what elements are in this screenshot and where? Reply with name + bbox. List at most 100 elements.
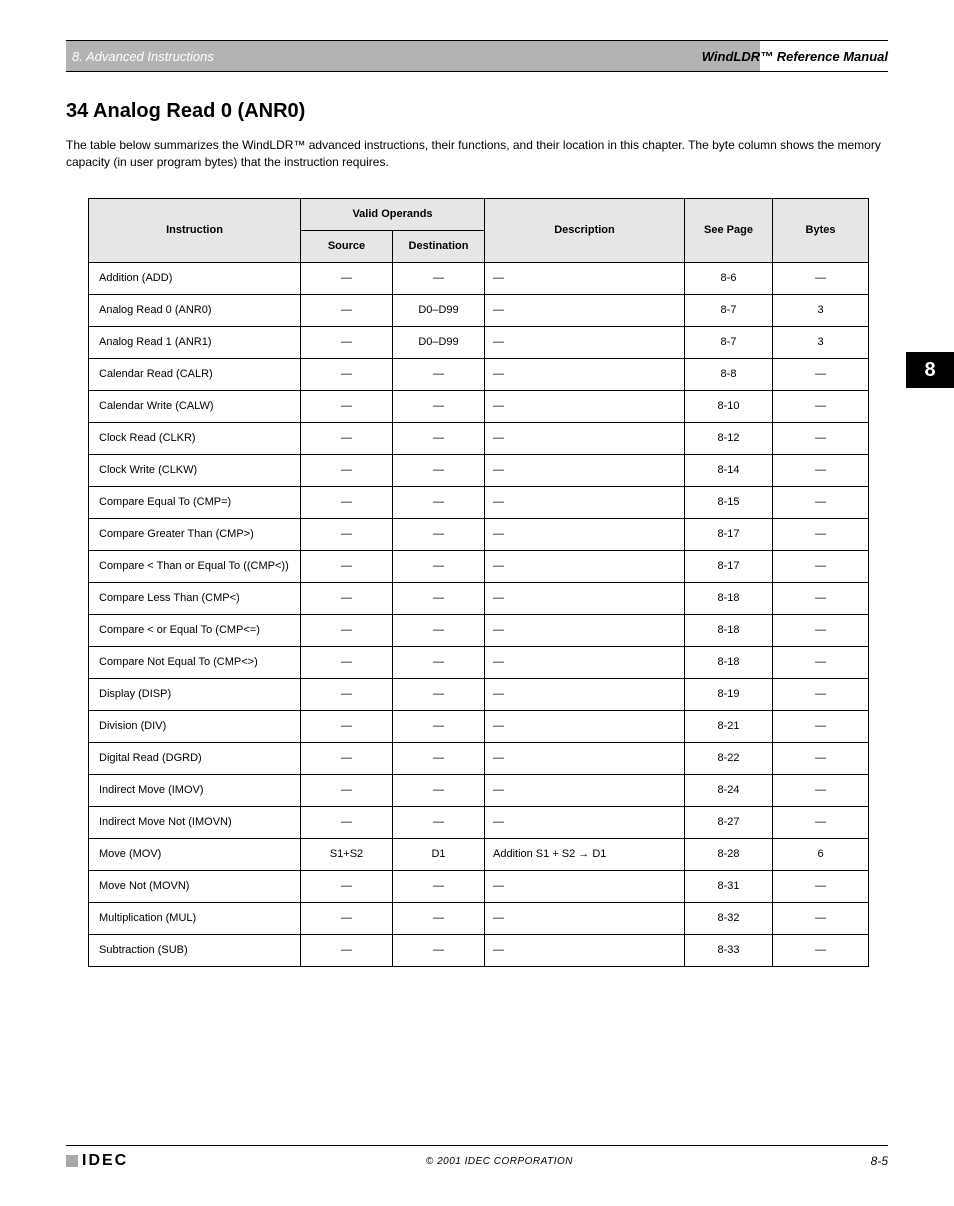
cell-destination: — [393,358,485,390]
cell-description: — [485,518,685,550]
cell-see-page: 8-19 [685,678,773,710]
table-row: Division (DIV)———8-21— [89,710,869,742]
cell-bytes: 6 [773,838,869,870]
table-row: Multiplication (MUL)———8-32— [89,902,869,934]
manual-title-container: WindLDR™ Reference Manual [702,41,888,71]
chapter-side-tab: 8 [906,352,954,388]
cell-description: — [485,358,685,390]
cell-destination: — [393,390,485,422]
cell-see-page: 8-28 [685,838,773,870]
cell-destination: — [393,518,485,550]
table-row: Digital Read (DGRD)———8-22— [89,742,869,774]
cell-see-page: 8-31 [685,870,773,902]
cell-description: — [485,934,685,966]
section-blurb: The table below summarizes the WindLDR™ … [66,137,888,172]
cell-description: — [485,582,685,614]
cell-source: — [301,486,393,518]
cell-source: — [301,518,393,550]
cell-instruction: Move Not (MOVN) [89,870,301,902]
cell-see-page: 8-8 [685,358,773,390]
instructions-table: Instruction Valid Operands Description S… [88,198,869,967]
th-description: Description [485,198,685,262]
table-row: Clock Read (CLKR)———8-12— [89,422,869,454]
cell-instruction: Indirect Move Not (IMOVN) [89,806,301,838]
cell-see-page: 8-18 [685,646,773,678]
cell-description: — [485,870,685,902]
cell-instruction: Addition (ADD) [89,262,301,294]
th-destination: Destination [393,230,485,262]
cell-see-page: 8-7 [685,294,773,326]
cell-source: — [301,902,393,934]
cell-bytes: — [773,806,869,838]
cell-bytes: — [773,774,869,806]
cell-destination: — [393,550,485,582]
cell-instruction: Analog Read 0 (ANR0) [89,294,301,326]
cell-destination: — [393,774,485,806]
cell-source: — [301,934,393,966]
cell-destination: D0–D99 [393,294,485,326]
cell-see-page: 8-18 [685,582,773,614]
brand-square-icon [66,1155,78,1167]
brand-text: IDEC [82,1152,128,1170]
cell-instruction: Move (MOV) [89,838,301,870]
cell-instruction: Subtraction (SUB) [89,934,301,966]
cell-instruction: Analog Read 1 (ANR1) [89,326,301,358]
table-row: Subtraction (SUB)———8-33— [89,934,869,966]
cell-bytes: 3 [773,326,869,358]
cell-destination: — [393,486,485,518]
cell-instruction: Division (DIV) [89,710,301,742]
th-see-page: See Page [685,198,773,262]
table-row: Compare Not Equal To (CMP<>)———8-18— [89,646,869,678]
cell-description: — [485,902,685,934]
cell-description: — [485,454,685,486]
cell-description: — [485,390,685,422]
cell-description: — [485,550,685,582]
cell-instruction: Compare Less Than (CMP<) [89,582,301,614]
cell-source: S1+S2 [301,838,393,870]
cell-instruction: Display (DISP) [89,678,301,710]
manual-title: WindLDR™ Reference Manual [702,49,888,64]
brand-logo: IDEC [66,1152,128,1170]
cell-description: — [485,486,685,518]
cell-destination: — [393,422,485,454]
cell-description: — [485,678,685,710]
cell-see-page: 8-15 [685,486,773,518]
page-number: 8-5 [871,1154,888,1168]
cell-destination: — [393,710,485,742]
cell-instruction: Compare Greater Than (CMP>) [89,518,301,550]
cell-destination: — [393,646,485,678]
cell-bytes: — [773,678,869,710]
cell-bytes: — [773,742,869,774]
cell-bytes: — [773,870,869,902]
cell-source: — [301,646,393,678]
table-row: Compare Less Than (CMP<)———8-18— [89,582,869,614]
cell-destination: — [393,806,485,838]
table-row: Move Not (MOVN)———8-31— [89,870,869,902]
cell-description: — [485,710,685,742]
cell-instruction: Calendar Write (CALW) [89,390,301,422]
th-source: Source [301,230,393,262]
cell-destination: — [393,582,485,614]
cell-source: — [301,262,393,294]
cell-source: — [301,742,393,774]
cell-instruction: Compare Equal To (CMP=) [89,486,301,518]
cell-instruction: Digital Read (DGRD) [89,742,301,774]
cell-see-page: 8-32 [685,902,773,934]
table-row: Display (DISP)———8-19— [89,678,869,710]
table-row: Indirect Move Not (IMOVN)———8-27— [89,806,869,838]
cell-source: — [301,582,393,614]
th-instruction: Instruction [89,198,301,262]
cell-destination: — [393,678,485,710]
cell-see-page: 8-27 [685,806,773,838]
cell-bytes: — [773,358,869,390]
cell-instruction: Compare Not Equal To (CMP<>) [89,646,301,678]
table-body: Addition (ADD)———8-6—Analog Read 0 (ANR0… [89,262,869,966]
cell-see-page: 8-21 [685,710,773,742]
cell-source: — [301,390,393,422]
copyright: © 2001 IDEC CORPORATION [426,1156,573,1167]
cell-destination: — [393,742,485,774]
cell-bytes: — [773,486,869,518]
table-row: Compare < Than or Equal To ((CMP<))———8-… [89,550,869,582]
cell-instruction: Indirect Move (IMOV) [89,774,301,806]
cell-source: — [301,614,393,646]
